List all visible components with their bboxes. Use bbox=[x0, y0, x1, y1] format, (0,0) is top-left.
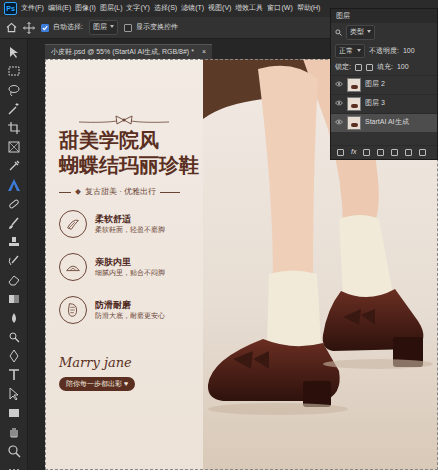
menu-item[interactable]: 增效工具 bbox=[235, 3, 263, 14]
link-icon[interactable] bbox=[337, 149, 344, 156]
ad-text-column: 甜美学院风蝴蝶结玛丽珍鞋 ◆ 复古甜美 · 优雅出行 柔软舒适柔软鞋面，轻盈不磨… bbox=[45, 59, 203, 470]
hand-icon[interactable] bbox=[7, 425, 21, 439]
visibility-icon[interactable] bbox=[335, 98, 343, 109]
menu-item[interactable]: 文件(F) bbox=[21, 3, 44, 14]
auto-select-checkbox[interactable] bbox=[41, 24, 49, 32]
lock-label: 锁定: bbox=[335, 62, 351, 73]
layer-name: 图层 3 bbox=[365, 98, 385, 109]
lock-move-icon[interactable] bbox=[366, 64, 373, 71]
mask-icon[interactable] bbox=[363, 149, 370, 156]
brush-icon[interactable] bbox=[7, 216, 21, 230]
visibility-icon[interactable] bbox=[335, 79, 343, 90]
more-icon[interactable] bbox=[7, 463, 21, 470]
fill-value[interactable]: 100 bbox=[397, 62, 409, 73]
adjustment-icon[interactable] bbox=[377, 149, 384, 156]
filter-select[interactable]: 类型 bbox=[346, 25, 375, 40]
sole-icon bbox=[59, 296, 87, 324]
new-layer-icon[interactable] bbox=[405, 149, 412, 156]
zoom-icon[interactable] bbox=[7, 444, 21, 458]
headline-line: 甜美学院风 bbox=[59, 128, 203, 153]
feather-icon bbox=[59, 210, 87, 238]
layers-panel: 图层 类型 正常 不透明度: 100 锁定: 填充: 100 图层 2 图层 3 S… bbox=[330, 8, 438, 160]
menu-item[interactable]: 窗口(W) bbox=[267, 3, 292, 14]
close-button[interactable]: × bbox=[202, 47, 206, 58]
cta-button[interactable]: 陪你每一步都出彩 ♥ bbox=[59, 377, 135, 392]
feature-title: 亲肤内里 bbox=[95, 257, 165, 269]
gradient-icon[interactable] bbox=[7, 292, 21, 306]
ai-icon[interactable] bbox=[7, 178, 21, 192]
move-icon[interactable] bbox=[23, 22, 35, 34]
layer-thumbnail bbox=[347, 97, 361, 111]
tagline-text: 复古甜美 · 优雅出行 bbox=[85, 186, 156, 198]
group-icon[interactable] bbox=[391, 149, 398, 156]
visibility-icon[interactable] bbox=[335, 117, 343, 128]
feature-item: 防滑耐磨防滑大底，耐磨更安心 bbox=[59, 296, 203, 324]
blur-icon[interactable] bbox=[7, 311, 21, 325]
eyedropper-icon[interactable] bbox=[7, 159, 21, 173]
home-icon[interactable] bbox=[6, 22, 17, 33]
menu-item[interactable]: 图层(L) bbox=[100, 3, 123, 14]
search-icon bbox=[335, 29, 342, 36]
feature-desc: 细腻内里，贴合不闷脚 bbox=[95, 268, 165, 277]
layer-thumbnail bbox=[347, 116, 361, 130]
tagline: ◆ 复古甜美 · 优雅出行 bbox=[59, 186, 203, 198]
healing-icon[interactable] bbox=[7, 197, 21, 211]
menu-item[interactable]: 滤镜(T) bbox=[181, 3, 204, 14]
lock-icon[interactable] bbox=[355, 64, 362, 71]
feature-title: 防滑耐磨 bbox=[95, 300, 165, 312]
layer-row[interactable]: StartAI AI生成 bbox=[331, 113, 437, 132]
menu-item[interactable]: 图像(I) bbox=[75, 3, 96, 14]
layer-row[interactable]: 图层 2 bbox=[331, 75, 437, 94]
lasso-icon[interactable] bbox=[7, 83, 21, 97]
menu-item[interactable]: 文字(Y) bbox=[126, 3, 149, 14]
headline-line: 蝴蝶结玛丽珍鞋 bbox=[59, 153, 203, 178]
menu-item[interactable]: 视图(V) bbox=[208, 3, 231, 14]
layer-row[interactable]: 图层 3 bbox=[331, 94, 437, 113]
move-icon[interactable] bbox=[7, 45, 21, 59]
layer-name: StartAI AI生成 bbox=[365, 117, 409, 128]
feature-item: 柔软舒适柔软鞋面，轻盈不磨脚 bbox=[59, 210, 203, 238]
type-icon[interactable] bbox=[7, 368, 21, 382]
menu-item[interactable]: 编辑(E) bbox=[48, 3, 71, 14]
dodge-icon[interactable] bbox=[7, 330, 21, 344]
tool-bar bbox=[0, 39, 28, 470]
path-select-icon[interactable] bbox=[7, 387, 21, 401]
signature: Marry jane bbox=[59, 353, 203, 373]
fill-label: 填充: bbox=[377, 62, 393, 73]
layer-thumbnail bbox=[347, 78, 361, 92]
stamp-icon[interactable] bbox=[7, 235, 21, 249]
marquee-icon[interactable] bbox=[7, 64, 21, 78]
feature-item: 亲肤内里细腻内里，贴合不闷脚 bbox=[59, 253, 203, 281]
auto-select-label: 自动选择: bbox=[53, 22, 83, 33]
show-transform-checkbox[interactable] bbox=[124, 24, 132, 32]
crop-icon[interactable] bbox=[7, 121, 21, 135]
magic-wand-icon[interactable] bbox=[7, 102, 21, 116]
feature-title: 柔软舒适 bbox=[95, 214, 165, 226]
app-logo[interactable]: Ps bbox=[4, 2, 17, 15]
target-select[interactable]: 图层 bbox=[89, 20, 118, 35]
frame-icon[interactable] bbox=[7, 140, 21, 154]
show-transform-label: 显示变换控件 bbox=[136, 22, 178, 33]
menu-item[interactable]: 选择(S) bbox=[154, 3, 177, 14]
document-tab[interactable]: 小皮鞋.psd @ 55% (StartAI AI生成, RGB/8#) * × bbox=[45, 44, 212, 59]
menu-item[interactable]: 帮助(H) bbox=[297, 3, 321, 14]
blend-select[interactable]: 正常 bbox=[335, 44, 365, 59]
panel-title[interactable]: 图层 bbox=[336, 11, 350, 22]
eraser-icon[interactable] bbox=[7, 273, 21, 287]
history-brush-icon[interactable] bbox=[7, 254, 21, 268]
fx-button[interactable]: fx bbox=[351, 147, 356, 158]
shape-icon[interactable] bbox=[7, 406, 21, 420]
layer-name: 图层 2 bbox=[365, 79, 385, 90]
skin-icon bbox=[59, 253, 87, 281]
bow-ornament-icon bbox=[79, 114, 169, 126]
delete-icon[interactable] bbox=[419, 149, 426, 156]
opacity-label: 不透明度: bbox=[369, 46, 399, 57]
opacity-value[interactable]: 100 bbox=[403, 46, 415, 57]
document-title: 小皮鞋.psd @ 55% (StartAI AI生成, RGB/8#) * bbox=[51, 47, 194, 58]
feature-desc: 柔软鞋面，轻盈不磨脚 bbox=[95, 225, 165, 234]
feature-desc: 防滑大底，耐磨更安心 bbox=[95, 311, 165, 320]
pen-icon[interactable] bbox=[7, 349, 21, 363]
